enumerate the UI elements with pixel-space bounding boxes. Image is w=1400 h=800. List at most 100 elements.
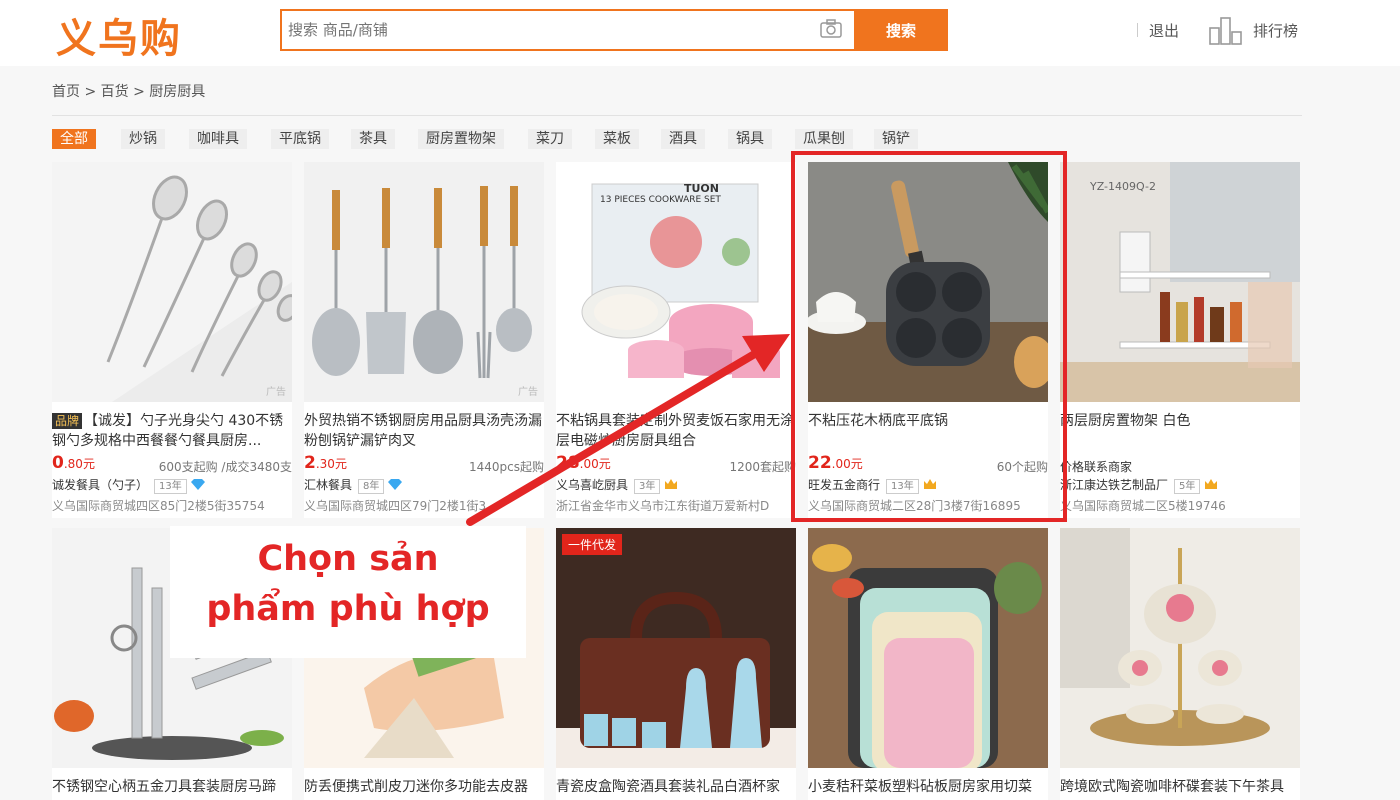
price-decimal: .00 — [579, 457, 599, 471]
site-logo[interactable]: 义乌购 — [56, 6, 182, 64]
ranking-icon[interactable] — [1208, 14, 1244, 46]
price-contact: 价格联系商家 — [1060, 460, 1133, 474]
tab-wineware[interactable]: 酒具 — [661, 129, 705, 149]
ad-label: 广告 — [266, 387, 286, 398]
diamond-icon — [190, 479, 205, 490]
shop-address: 义乌国际商贸城二区5楼19746 — [1060, 499, 1226, 513]
price-int: 0 — [52, 453, 64, 473]
min-order: 600支起购 /成交3480支 — [158, 460, 292, 474]
product-image[interactable] — [1060, 528, 1300, 768]
price-currency: 元 — [598, 457, 611, 471]
shop-name[interactable]: 浙江康达铁艺制品厂 — [1060, 478, 1168, 492]
shop-address: 义乌国际商贸城四区79门2楼1街3 — [304, 499, 487, 513]
product-title[interactable]: 两层厨房置物架 白色 — [1060, 411, 1300, 451]
dropship-tag: 一件代发 — [562, 534, 623, 555]
header-divider — [1137, 23, 1138, 37]
breadcrumb-separator: > — [128, 84, 150, 100]
shop-info: 浙江康达铁艺制品厂 5年 — [1060, 476, 1218, 494]
svg-text:TUON: TUON — [684, 182, 719, 195]
breadcrumb-separator: > — [80, 84, 101, 100]
breadcrumb-level1[interactable]: 百货 — [101, 84, 129, 100]
shop-address: 浙江省金华市义乌市江东街道万爱新村D — [556, 499, 770, 513]
price-int: 28 — [556, 453, 580, 473]
shop-info: 汇林餐具 8年 — [304, 476, 403, 494]
product-price: 28.00元 — [556, 453, 611, 473]
annotation-text: Chọn sản phẩm phù hợp — [170, 534, 526, 634]
product-card[interactable]: 广告 外贸热销不锈钢厨房用品厨具汤壳汤漏粉刨锅铲漏铲肉叉 2.30元 1440p… — [304, 162, 544, 518]
tab-kitchen-rack[interactable]: 厨房置物架 — [418, 129, 504, 149]
tab-peeler[interactable]: 瓜果刨 — [795, 129, 853, 149]
svg-text:13 PIECES COOKWARE SET: 13 PIECES COOKWARE SET — [600, 195, 721, 205]
shop-name[interactable]: 诚发餐具（勺子） — [52, 478, 148, 492]
shop-info: 诚发餐具（勺子） 13年 — [52, 476, 205, 494]
min-order: 1440pcs起购 — [468, 460, 544, 474]
tab-coffeeware[interactable]: 咖啡具 — [189, 129, 247, 149]
product-title[interactable]: 品牌 【诚发】勺子光身尖勺 430不锈钢勺多规格中西餐餐勺餐具厨房... — [52, 411, 292, 451]
tab-cookware[interactable]: 锅具 — [728, 129, 772, 149]
search-box: 搜索 — [280, 9, 948, 51]
product-card[interactable]: 小麦秸秆菜板塑料砧板厨房家用切菜 — [808, 528, 1048, 800]
product-image[interactable]: YZ-1409Q-2 — [1060, 162, 1300, 402]
annotation-callout: Chọn sản phẩm phù hợp — [170, 526, 526, 658]
shop-name[interactable]: 义乌喜屹厨具 — [556, 478, 628, 492]
annotation-line1: Chọn sản — [257, 539, 439, 579]
product-title[interactable]: 青瓷皮盒陶瓷酒具套装礼品白酒杯家 — [556, 777, 796, 797]
product-image[interactable]: 一件代发 — [556, 528, 796, 768]
logout-link[interactable]: 退出 — [1149, 20, 1179, 41]
breadcrumb-home[interactable]: 首页 — [52, 84, 80, 100]
years-badge: 5年 — [1174, 479, 1201, 494]
brand-tag: 品牌 — [52, 413, 83, 429]
product-title[interactable]: 小麦秸秆菜板塑料砧板厨房家用切菜 — [808, 777, 1048, 797]
product-price: 0.80元 — [52, 453, 95, 473]
product-title[interactable]: 不锈钢空心柄五金刀具套装厨房马蹄 — [52, 777, 292, 797]
highlight-frame — [791, 151, 1067, 522]
camera-icon[interactable] — [820, 19, 842, 39]
search-input[interactable] — [282, 11, 812, 49]
annotation-line2: phẩm phù hợp — [206, 589, 490, 629]
product-card[interactable]: 广告 品牌 【诚发】勺子光身尖勺 430不锈钢勺多规格中西餐餐勺餐具厨房... 0… — [52, 162, 292, 518]
svg-text:YZ-1409Q-2: YZ-1409Q-2 — [1089, 180, 1156, 193]
tab-kitchen-knife[interactable]: 菜刀 — [528, 129, 572, 149]
price-currency: 元 — [82, 457, 95, 471]
product-card[interactable]: 跨境欧式陶瓷咖啡杯碟套装下午茶具 — [1060, 528, 1300, 800]
product-card[interactable]: 13 PIECES COOKWARE SET TUON 不粘锅具套装定制外贸麦饭… — [556, 162, 796, 518]
diamond-icon — [388, 479, 403, 490]
search-button[interactable]: 搜索 — [854, 9, 948, 51]
shop-address: 义乌国际商贸城四区85门2楼5街35754 — [52, 499, 265, 513]
product-card[interactable]: 一件代发 青瓷皮盒陶瓷酒具套装礼品白酒杯家 — [556, 528, 796, 800]
price-int: 2 — [304, 453, 316, 473]
product-image[interactable]: 广告 — [52, 162, 292, 402]
crown-icon — [1205, 479, 1218, 489]
tab-frying-pan[interactable]: 平底锅 — [271, 129, 329, 149]
top-header: 义乌购 搜索 退出 排行榜 — [0, 0, 1400, 66]
years-badge: 13年 — [154, 479, 187, 494]
tab-all[interactable]: 全部 — [52, 129, 96, 149]
product-card[interactable]: YZ-1409Q-2 两层厨房置物架 白色 价格联系商家 浙江康达铁艺制品厂 5年… — [1060, 162, 1300, 518]
tab-spatula[interactable]: 锅铲 — [874, 129, 918, 149]
years-badge: 8年 — [358, 479, 385, 494]
product-image[interactable]: 广告 — [304, 162, 544, 402]
years-badge: 3年 — [634, 479, 661, 494]
product-title[interactable]: 不粘锅具套装定制外贸麦饭石家用无涂层电磁炉厨房厨具组合 — [556, 411, 796, 451]
ad-label: 广告 — [518, 387, 538, 398]
breadcrumb: 首页 > 百货 > 厨房厨具 — [52, 81, 205, 101]
product-title-text[interactable]: 【诚发】勺子光身尖勺 430不锈钢勺多规格中西餐餐勺餐具厨房... — [52, 413, 283, 449]
product-title[interactable]: 外贸热销不锈钢厨房用品厨具汤壳汤漏粉刨锅铲漏铲肉叉 — [304, 411, 544, 451]
ranking-link[interactable]: 排行榜 — [1253, 20, 1298, 41]
tab-wok[interactable]: 炒锅 — [121, 129, 165, 149]
tab-cutting-board[interactable]: 菜板 — [595, 129, 639, 149]
price-currency: 元 — [334, 457, 347, 471]
product-title[interactable]: 跨境欧式陶瓷咖啡杯碟套装下午茶具 — [1060, 777, 1300, 797]
breadcrumb-level2[interactable]: 厨房厨具 — [149, 84, 205, 100]
shop-name[interactable]: 汇林餐具 — [304, 478, 352, 492]
tab-teaware[interactable]: 茶具 — [351, 129, 395, 149]
product-price: 2.30元 — [304, 453, 347, 473]
product-image[interactable]: 13 PIECES COOKWARE SET TUON — [556, 162, 796, 402]
shop-info: 义乌喜屹厨具 3年 — [556, 476, 678, 494]
product-title[interactable]: 防丢便携式削皮刀迷你多功能去皮器 — [304, 777, 544, 797]
crown-icon — [665, 479, 678, 489]
min-order: 1200套起购 — [729, 460, 796, 474]
price-decimal: .80 — [63, 457, 83, 471]
product-image[interactable] — [808, 528, 1048, 768]
price-decimal: .30 — [315, 457, 335, 471]
